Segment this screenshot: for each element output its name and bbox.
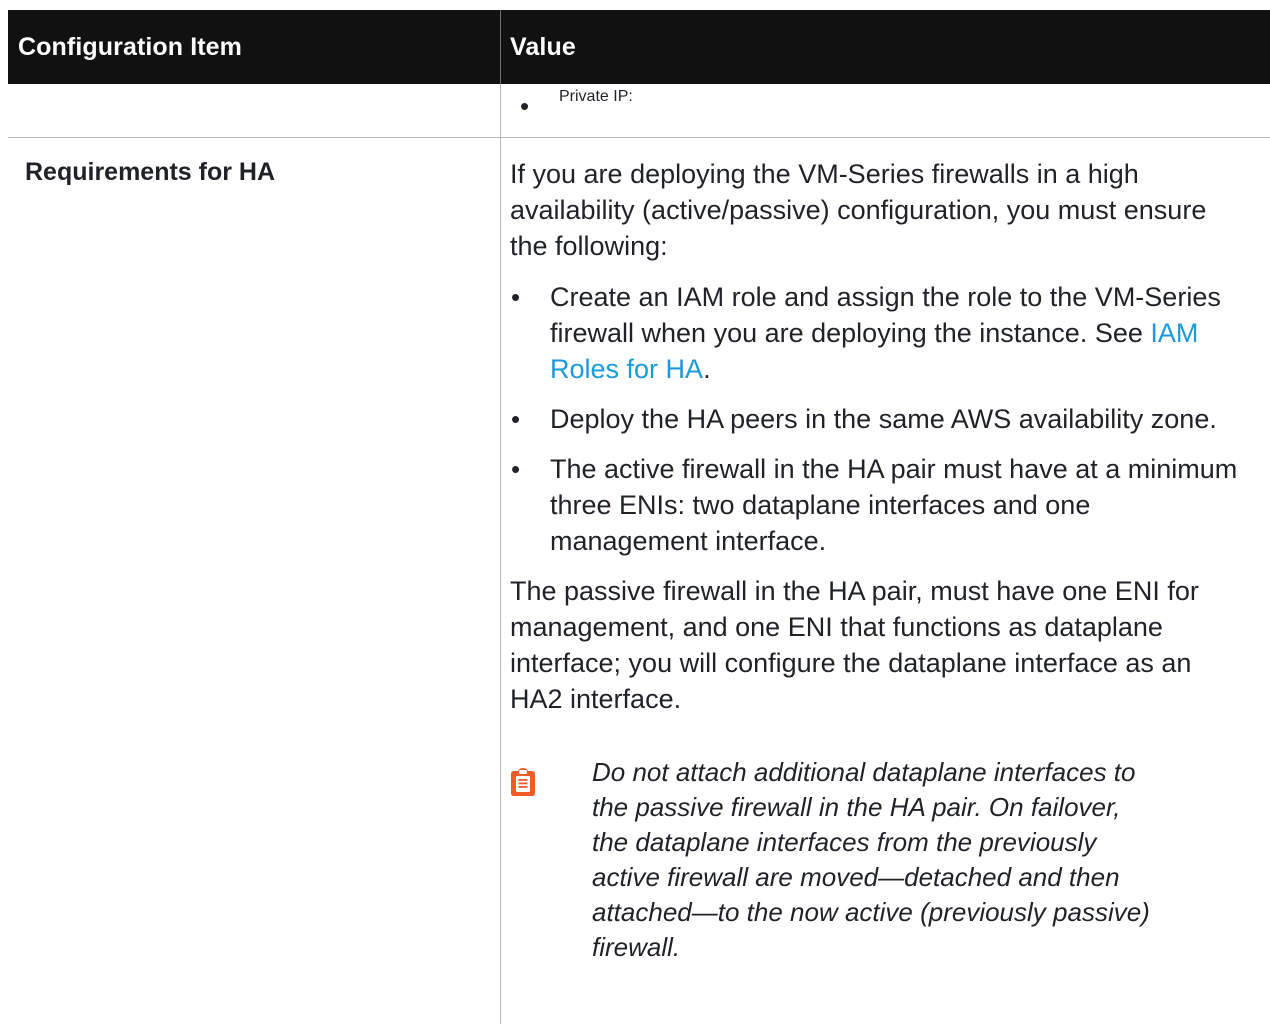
bullet-icon: • (520, 91, 530, 121)
note-callout: Do not attach additional dataplane inter… (510, 755, 1248, 965)
table-cell-value: • Private IP: (500, 84, 1270, 137)
configuration-table: Configuration Item Value • Private IP: R… (8, 10, 1270, 1024)
column-header-value: Value (500, 10, 1270, 84)
table-cell-value: If you are deploying the VM-Series firew… (500, 138, 1270, 1024)
document-page: Configuration Item Value • Private IP: R… (0, 0, 1270, 1024)
list-item-text: Deploy the HA peers in the same AWS avai… (550, 404, 1217, 434)
note-text: Do not attach additional dataplane inter… (592, 757, 1150, 962)
list-item: • Deploy the HA peers in the same AWS av… (510, 401, 1248, 437)
list-item-text: Create an IAM role and assign the role t… (550, 279, 1248, 387)
clipboard-note-icon (511, 768, 535, 796)
bullet-icon: • (511, 404, 521, 434)
list-item: • Private IP: (519, 88, 1270, 124)
passive-firewall-paragraph: The passive firewall in the HA pair, mus… (510, 576, 1199, 714)
table-cell-label-empty (8, 84, 500, 137)
iam-role-text: Create an IAM role and assign the role t… (550, 282, 1221, 348)
bullet-icon: • (511, 282, 521, 312)
list-item-text: The active firewall in the HA pair must … (550, 454, 1238, 556)
column-header-configuration-item: Configuration Item (18, 32, 243, 61)
table-row: Requirements for HA If you are deploying… (8, 138, 1270, 1024)
requirements-for-ha-label: Requirements for HA (25, 158, 276, 186)
sentence-period: . (703, 354, 711, 384)
table-header-row: Configuration Item Value (8, 10, 1270, 84)
list-item: • Create an IAM role and assign the role… (510, 279, 1248, 387)
table-row: • Private IP: (8, 84, 1270, 138)
private-ip-text: Private IP: (559, 88, 633, 105)
ha-requirements-list: • Create an IAM role and assign the role… (510, 279, 1248, 559)
list-item: • The active firewall in the HA pair mus… (510, 451, 1248, 559)
bullet-icon: • (511, 454, 521, 484)
note-icon-container (510, 755, 592, 965)
ha-intro-paragraph: If you are deploying the VM-Series firew… (510, 159, 1207, 261)
